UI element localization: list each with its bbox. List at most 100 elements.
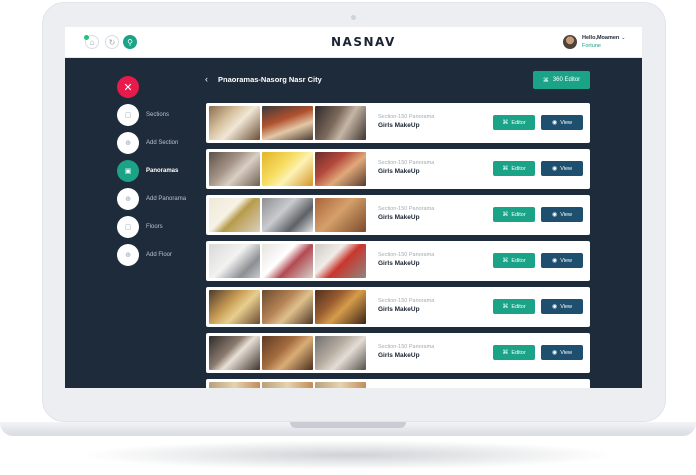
view-button[interactable]: ◉ View — [541, 253, 583, 268]
app-screen: ⌂ ↻ ⚲ NASNAV Hello,Moamen ⌄ Fortune ✕ ▢ S… — [65, 27, 642, 388]
editor-button[interactable]: ⌘ Editor — [493, 299, 535, 314]
panorama-name: Girls MakeUp — [378, 260, 420, 267]
panorama-section: Section-150 Panorama — [378, 114, 435, 120]
panorama-thumbnail[interactable] — [209, 106, 260, 140]
floor-icon: ▢ — [117, 216, 139, 238]
panorama-name: Girls MakeUp — [378, 214, 420, 221]
panorama-thumbnail[interactable] — [315, 198, 366, 232]
refresh-icon[interactable]: ↻ — [105, 35, 119, 49]
view-button[interactable]: ◉ View — [541, 345, 583, 360]
user-greeting: Hello,Moamen — [582, 35, 620, 41]
eye-icon: ◉ — [551, 350, 558, 356]
editor-button[interactable]: ⌘ Editor — [493, 253, 535, 268]
panorama-thumbnail[interactable] — [209, 382, 260, 388]
panorama-thumbnail[interactable] — [262, 198, 313, 232]
panorama-row: Section-150 Panorama Girls MakeUp ⌘ Edito… — [206, 149, 590, 189]
panorama-thumbnail[interactable] — [315, 244, 366, 278]
eye-icon: ◉ — [551, 212, 558, 218]
status-dot — [84, 35, 89, 40]
panorama-row: Section-150 Panorama Girls MakeUp ⌘ Edito… — [206, 333, 590, 373]
editor-button[interactable]: ⌘ Editor — [493, 345, 535, 360]
panorama-thumbnail[interactable] — [262, 290, 313, 324]
panorama-thumbnail[interactable] — [209, 290, 260, 324]
search-icon[interactable]: ⚲ — [123, 35, 137, 49]
sidebar-item-label: Sections — [146, 112, 170, 118]
editor-icon: ⌘ — [542, 77, 549, 84]
sidebar-item-label: Add Panorama — [146, 196, 187, 202]
editor-label: Editor — [511, 119, 526, 126]
panorama-thumbnail[interactable] — [262, 244, 313, 278]
panorama-section: Section-150 Panorama — [378, 344, 435, 350]
view-label: View — [560, 165, 573, 172]
view-button[interactable]: ◉ View — [541, 299, 583, 314]
close-button[interactable]: ✕ — [117, 76, 139, 98]
section-icon: ▢ — [117, 104, 139, 126]
360-editor-label: 360 Editor — [552, 77, 581, 83]
editor-button[interactable]: ⌘ Editor — [493, 115, 535, 130]
editor-button[interactable]: ⌘ Editor — [493, 161, 535, 176]
editor-icon: ⌘ — [502, 120, 509, 126]
panorama-thumbnail[interactable] — [315, 106, 366, 140]
add-section-icon: ⊕ — [117, 132, 139, 154]
editor-label: Editor — [511, 165, 526, 172]
panorama-thumbnail[interactable] — [262, 106, 313, 140]
sidebar-item-label: Add Floor — [146, 252, 173, 258]
view-label: View — [560, 349, 573, 356]
panorama-row: Section-150 Panorama Girls MakeUp ⌘ Edito… — [206, 241, 590, 281]
home-icon[interactable]: ⌂ — [84, 35, 99, 49]
eye-icon: ◉ — [551, 304, 558, 310]
panorama-name: Girls MakeUp — [378, 352, 420, 359]
close-icon: ✕ — [123, 81, 133, 94]
panorama-section: Section-150 Panorama — [378, 160, 435, 166]
panorama-icon: ▣ — [117, 160, 139, 182]
view-button[interactable]: ◉ View — [541, 161, 583, 176]
panorama-thumbnail[interactable] — [262, 336, 313, 370]
sidebar-item-label: Panoramas — [146, 168, 179, 174]
360-editor-button[interactable]: ⌘ 360 Editor — [533, 71, 590, 89]
editor-label: Editor — [511, 257, 526, 264]
panorama-thumbnail[interactable] — [315, 336, 366, 370]
panorama-name: Girls MakeUp — [378, 122, 420, 129]
panorama-section: Section-150 Panorama — [378, 206, 435, 212]
editor-label: Editor — [511, 303, 526, 310]
avatar[interactable] — [563, 35, 577, 49]
panorama-row: Section-150 Panorama Girls MakeUp ⌘ Edito… — [206, 103, 590, 143]
back-icon[interactable]: ‹ — [205, 74, 208, 84]
view-button[interactable]: ◉ View — [541, 115, 583, 130]
panorama-row: Section-150 Panorama Girls MakeUp ⌘ Edito… — [206, 195, 590, 235]
add-panorama-icon: ⊕ — [117, 188, 139, 210]
eye-icon: ◉ — [551, 258, 558, 264]
editor-label: Editor — [511, 349, 526, 356]
add-floor-icon: ⊕ — [117, 244, 139, 266]
panorama-section: Section-150 Panorama — [378, 298, 435, 304]
panorama-row: Section-150 Panorama Girls MakeUp ⌘ Edito… — [206, 287, 590, 327]
view-label: View — [560, 119, 573, 126]
panorama-thumbnail[interactable] — [209, 152, 260, 186]
top-bar: ⌂ ↻ ⚲ NASNAV Hello,Moamen ⌄ Fortune — [65, 27, 642, 58]
view-label: View — [560, 303, 573, 310]
panorama-thumbnail[interactable] — [209, 336, 260, 370]
view-label: View — [560, 211, 573, 218]
panorama-section: Section-150 Panorama — [378, 252, 435, 258]
editor-label: Editor — [511, 211, 526, 218]
panorama-thumbnail[interactable] — [209, 198, 260, 232]
user-menu[interactable]: Hello,Moamen ⌄ — [582, 35, 626, 41]
panorama-thumbnail[interactable] — [262, 152, 313, 186]
editor-icon: ⌘ — [502, 304, 509, 310]
panorama-thumbnail[interactable] — [315, 290, 366, 324]
camera-dot — [351, 15, 356, 20]
view-label: View — [560, 257, 573, 264]
panorama-thumbnail[interactable] — [262, 382, 313, 388]
eye-icon: ◉ — [551, 166, 558, 172]
panorama-thumbnail[interactable] — [315, 152, 366, 186]
nasnav-logo: NASNAV — [331, 35, 396, 49]
chevron-down-icon: ⌄ — [621, 35, 626, 41]
laptop-shadow — [80, 440, 616, 470]
editor-icon: ⌘ — [502, 166, 509, 172]
editor-icon: ⌘ — [502, 258, 509, 264]
editor-icon: ⌘ — [502, 212, 509, 218]
panorama-thumbnail[interactable] — [315, 382, 366, 388]
view-button[interactable]: ◉ View — [541, 207, 583, 222]
panorama-thumbnail[interactable] — [209, 244, 260, 278]
editor-button[interactable]: ⌘ Editor — [493, 207, 535, 222]
